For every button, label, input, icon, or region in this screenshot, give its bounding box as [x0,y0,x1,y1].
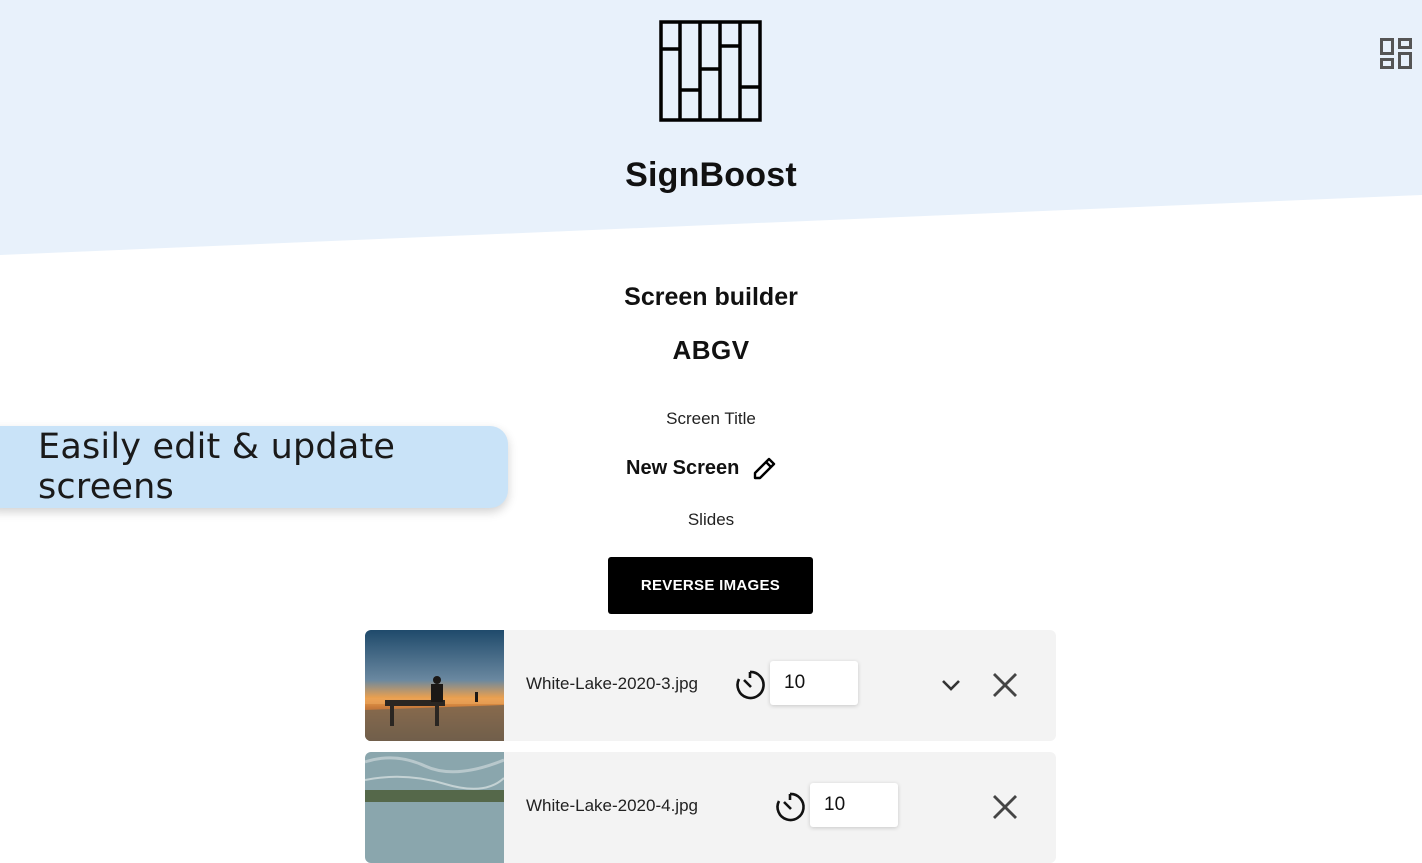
timer-icon [736,670,765,700]
timer-icon [776,792,805,822]
slide-filename: White-Lake-2020-3.jpg [526,674,698,693]
slide-filename: White-Lake-2020-4.jpg [526,796,698,815]
slide-row: White-Lake-2020-3.jpg [365,630,1056,741]
close-icon[interactable] [990,792,1020,822]
promo-callout: Easily edit & update screens [0,426,508,508]
promo-text: Easily edit & update screens [38,427,396,507]
slide-duration-input[interactable] [770,661,858,705]
slide-thumbnail [365,752,504,863]
slide-row: White-Lake-2020-4.jpg [365,752,1056,863]
slide-thumbnail [365,630,504,741]
screen-title-row: New Screen [626,453,779,483]
reverse-images-button[interactable]: REVERSE IMAGES [608,557,813,614]
slide-duration-input[interactable] [810,783,898,827]
chevron-down-icon[interactable] [939,673,963,697]
signboost-logo [659,20,762,122]
page-heading: Screen builder [624,283,798,311]
close-icon[interactable] [990,670,1020,700]
edit-pencil-icon[interactable] [751,454,779,482]
screen-code: ABGV [672,335,750,365]
screen-title-value: New Screen [626,456,740,479]
app-name: SignBoost [625,156,797,194]
slides-label: Slides [687,510,735,529]
dashboard-icon[interactable] [1378,36,1414,72]
